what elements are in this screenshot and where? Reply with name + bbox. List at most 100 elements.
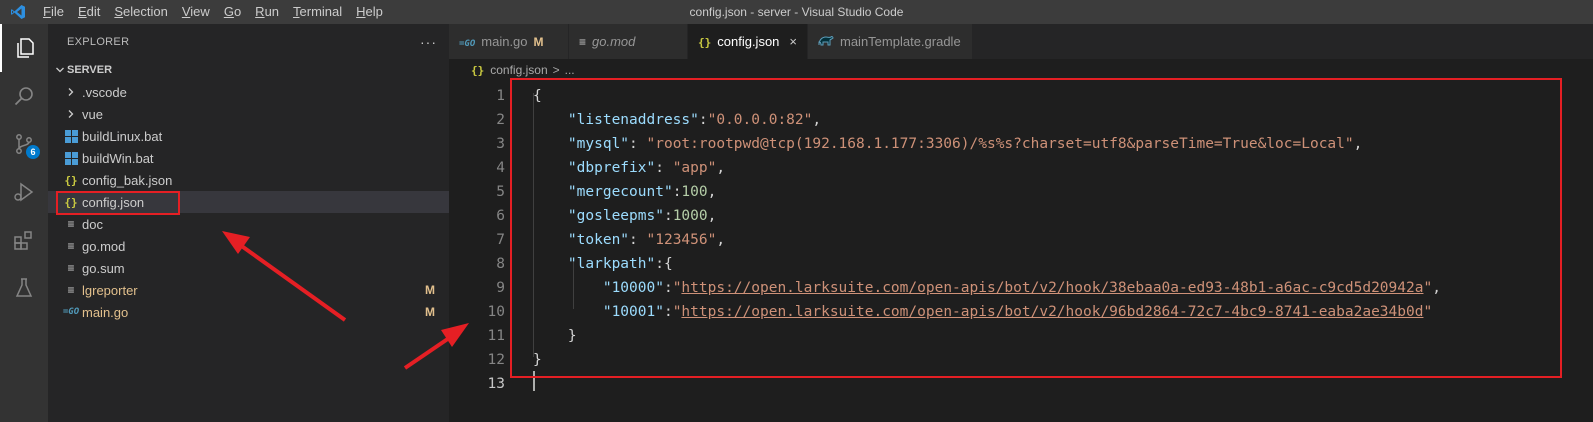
editor-tab-bar: =GO main.go M ≡ go.mod {} config.json × mainTemp… — [449, 24, 1593, 59]
git-status-badge: M — [425, 305, 435, 319]
file-lines-icon: ≡ — [67, 283, 75, 297]
tree-item[interactable]: ≡ doc — [48, 213, 449, 235]
tree-item[interactable]: =GO main.go M — [48, 301, 449, 323]
vscode-logo-icon[interactable] — [0, 0, 36, 24]
tree-item[interactable]: buildWin.bat — [48, 147, 449, 169]
line-number: 7 — [496, 232, 505, 248]
line-number: 12 — [487, 352, 505, 368]
title-bar: File Edit Selection View Go Run Terminal Help c… — [0, 0, 1593, 24]
tab-label: mainTemplate.gradle — [840, 34, 961, 49]
chevron-right-icon — [62, 106, 80, 122]
tree-item[interactable]: ≡ go.mod — [48, 235, 449, 257]
file-lines-icon: ≡ — [67, 217, 75, 231]
breadcrumb-separator: > — [552, 63, 560, 77]
line-number: 9 — [496, 280, 505, 296]
tree-item[interactable]: {} config_bak.json — [48, 169, 449, 191]
tree-item-label: go.mod — [82, 238, 126, 254]
activity-bar: 6 — [0, 24, 48, 422]
menu-label: o — [233, 4, 242, 19]
line-number: 2 — [496, 112, 505, 128]
line-number: 4 — [496, 160, 505, 176]
file-lines-icon: ≡ — [67, 239, 75, 253]
menu-item-help[interactable]: Help — [349, 0, 390, 24]
menu-mnemonic: E — [77, 4, 87, 19]
tree-item[interactable]: .vscode — [48, 81, 449, 103]
scm-badge: 6 — [26, 145, 40, 159]
menu-label: election — [123, 4, 168, 19]
tree-item-label: doc — [82, 216, 103, 232]
tab-main-go[interactable]: =GO main.go M — [449, 24, 569, 59]
workspace-name: SERVER — [67, 64, 113, 76]
line-number: 8 — [496, 256, 505, 272]
json-icon: {} — [471, 63, 485, 77]
tree-item[interactable]: ≡ lgreporter M — [48, 279, 449, 301]
menu-label: iew — [190, 4, 210, 19]
json-icon: {} — [698, 36, 712, 49]
explorer-icon[interactable] — [0, 24, 48, 72]
explorer-header: EXPLORER ··· — [48, 24, 449, 59]
explorer-title: EXPLORER — [67, 35, 130, 48]
menu-label: dit — [86, 4, 101, 19]
windows-batch-icon — [62, 150, 80, 166]
line-number: 10 — [487, 304, 505, 320]
tree-item-label: .vscode — [82, 84, 127, 100]
menu-label: un — [264, 4, 280, 19]
menu-bar: File Edit Selection View Go Run Terminal Help — [36, 0, 390, 24]
tab-modified-badge: M — [533, 34, 544, 49]
menu-mnemonic: R — [255, 4, 265, 19]
breadcrumb-symbols[interactable]: ... — [565, 63, 575, 77]
line-number: 1 — [496, 88, 505, 104]
chevron-right-icon — [62, 84, 80, 100]
menu-label: erminal — [299, 4, 343, 19]
explorer-sidebar: EXPLORER ··· SERVER .vscode vue buildLinux… — [48, 24, 449, 422]
file-lines-icon: ≡ — [579, 35, 587, 49]
menu-item-terminal[interactable]: Terminal — [286, 0, 349, 24]
menu-item-edit[interactable]: Edit — [71, 0, 107, 24]
windows-batch-icon — [62, 128, 80, 144]
run-debug-icon[interactable] — [0, 168, 48, 216]
json-icon: {} — [64, 173, 78, 187]
tree-item-label: lgreporter — [82, 282, 138, 298]
extensions-icon[interactable] — [0, 216, 48, 264]
tree-item[interactable]: buildLinux.bat — [48, 125, 449, 147]
tab-go-mod[interactable]: ≡ go.mod — [569, 24, 688, 59]
menu-mnemonic: G — [223, 4, 234, 19]
testing-icon[interactable] — [0, 264, 48, 312]
menu-mnemonic: F — [43, 4, 51, 19]
line-number: 5 — [496, 184, 505, 200]
annotation-highlight-box — [510, 78, 1562, 378]
menu-label: elp — [365, 4, 383, 19]
git-status-badge: M — [425, 283, 435, 297]
menu-item-file[interactable]: File — [36, 0, 71, 24]
tree-item-label: buildLinux.bat — [82, 128, 163, 144]
tree-item-label: vue — [82, 106, 103, 122]
go-icon: =GO — [459, 39, 476, 49]
tree-item[interactable]: vue — [48, 103, 449, 125]
source-control-icon[interactable]: 6 — [0, 120, 48, 168]
tab-config-json[interactable]: {} config.json × — [688, 24, 808, 59]
close-icon[interactable]: × — [789, 34, 797, 49]
tab-label: go.mod — [592, 34, 636, 49]
breadcrumb-file[interactable]: config.json — [490, 63, 547, 77]
menu-item-run[interactable]: Run — [248, 0, 286, 24]
tree-item-label: main.go — [82, 304, 129, 320]
workspace-section[interactable]: SERVER — [48, 59, 449, 81]
chevron-down-icon — [53, 65, 67, 75]
menu-item-go[interactable]: Go — [217, 0, 248, 24]
go-icon: =GO — [62, 307, 80, 317]
gradle-icon — [818, 34, 834, 49]
tree-item[interactable]: ≡ go.sum — [48, 257, 449, 279]
tab-label: main.go — [481, 34, 528, 49]
search-icon[interactable] — [0, 72, 48, 120]
file-lines-icon: ≡ — [67, 261, 75, 275]
more-actions-icon[interactable]: ··· — [420, 34, 437, 50]
tree-item-label: config_bak.json — [82, 172, 173, 188]
tree-item-label: go.sum — [82, 260, 125, 276]
annotation-highlight-box — [56, 191, 180, 215]
menu-item-view[interactable]: View — [175, 0, 217, 24]
menu-mnemonic: S — [114, 4, 124, 19]
line-number: 11 — [487, 328, 505, 344]
tab-maintemplate-gradle[interactable]: mainTemplate.gradle — [808, 24, 973, 59]
tree-item-label: buildWin.bat — [82, 150, 154, 166]
menu-item-selection[interactable]: Selection — [107, 0, 174, 24]
